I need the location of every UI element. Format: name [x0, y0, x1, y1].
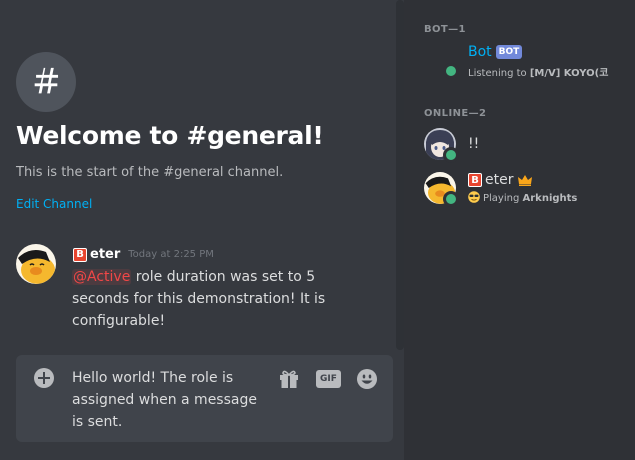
bot-name: Bot	[468, 44, 492, 60]
message-timestamp: Today at 2:25 PM	[128, 249, 214, 260]
message-input[interactable]: Hello world! The role is assigned when a…	[72, 367, 272, 433]
plus-icon	[38, 372, 50, 384]
message-header: B eter Today at 2:25 PM	[73, 247, 214, 262]
edit-channel-link[interactable]: Edit Channel	[16, 197, 92, 211]
online-status	[443, 147, 459, 163]
welcome-title: Welcome to #general!	[16, 121, 324, 150]
message-body: @Active role duration was set to 5 secon…	[72, 266, 372, 332]
hash-icon	[16, 52, 76, 112]
online-status	[443, 191, 459, 207]
emoji-icon[interactable]	[356, 368, 378, 390]
message-composer[interactable]: Hello world! The role is assigned when a…	[16, 355, 393, 442]
scrollbar-thumb[interactable]	[396, 0, 404, 350]
upload-button[interactable]	[34, 368, 54, 388]
gif-button[interactable]: GIF	[316, 370, 341, 388]
activity-title: Arknights	[522, 193, 578, 204]
activity-prefix: Listening to	[468, 68, 530, 79]
author-badge: B	[73, 247, 87, 262]
online-status	[443, 63, 459, 79]
chat-scrollbar[interactable]	[396, 0, 404, 350]
avatar[interactable]	[16, 244, 56, 284]
member-name: B eter	[468, 172, 533, 188]
online-section-header: ONLINE—2	[424, 108, 487, 119]
member-activity: Listening to [M/V] KOYO(코	[468, 64, 628, 79]
cool-emoji-icon	[468, 191, 480, 203]
chat-area: Welcome to #general! This is the start o…	[0, 0, 404, 460]
member-badge: B	[468, 173, 482, 187]
member-bot[interactable]: Bot BOT Listening to [M/V] KOYO(코	[424, 40, 629, 82]
member-user2[interactable]: B eter Playing Arknights	[424, 168, 629, 210]
crown-icon	[518, 174, 533, 186]
member-activity: Playing Arknights	[468, 191, 628, 204]
gift-icon[interactable]	[278, 368, 300, 390]
member-list: BOT—1 Bot BOT Listening to [M/V] KOYO(코 …	[404, 0, 635, 460]
bot-tag: BOT	[495, 45, 523, 59]
member-name-text: eter	[485, 172, 514, 188]
message-author[interactable]: eter	[90, 247, 120, 262]
activity-prefix: Playing	[483, 193, 523, 204]
member-name: !!	[468, 136, 480, 152]
member-user1[interactable]: !!	[424, 124, 629, 166]
bot-section-header: BOT—1	[424, 24, 466, 35]
activity-title: [M/V] KOYO(코	[529, 68, 609, 79]
role-mention[interactable]: @Active	[72, 269, 132, 285]
channel-start-text: This is the start of the #general channe…	[16, 165, 284, 180]
member-name: Bot BOT	[468, 44, 523, 60]
